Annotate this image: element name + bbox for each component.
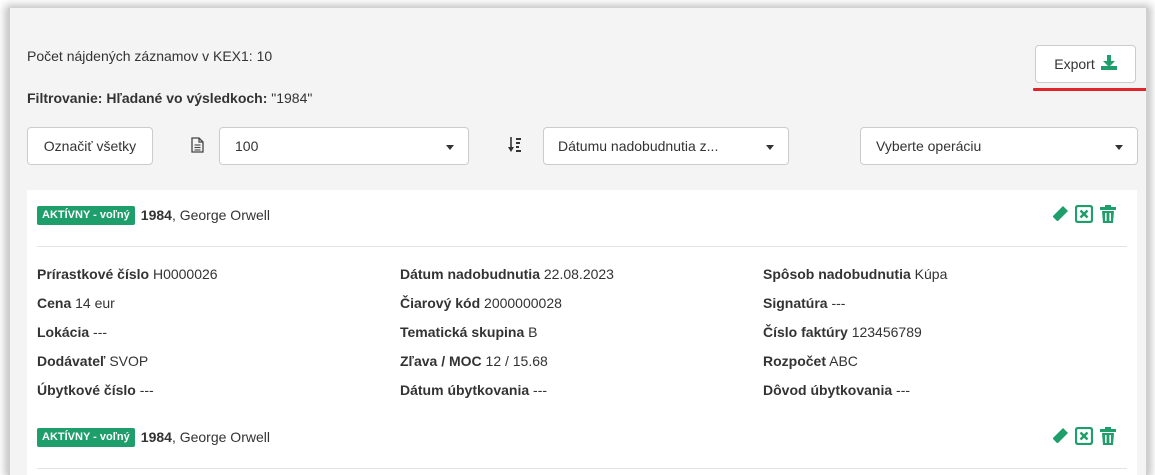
operation-placeholder: Vyberte operáciu — [876, 138, 982, 154]
field-label: Dátum úbytkovania — [400, 382, 530, 398]
download-icon — [1100, 55, 1117, 73]
field-value: H0000026 — [152, 266, 218, 282]
detail-field: Zľava / MOC 12 / 15.68 — [400, 353, 763, 382]
export-highlight-underline — [1033, 88, 1146, 91]
filter-value: "1984" — [271, 90, 313, 106]
field-label: Zľava / MOC — [400, 353, 482, 369]
detail-row: Dodávateľ SVOP Zľava / MOC 12 / 15.68 Ro… — [37, 353, 1127, 382]
field-value: 14 eur — [75, 295, 115, 311]
field-value: --- — [533, 382, 548, 398]
field-value: B — [528, 324, 538, 340]
detail-field: Úbytkové číslo --- — [37, 382, 400, 411]
field-label: Prírastkové číslo — [37, 266, 150, 282]
filter-summary: Filtrovanie: Hľadané vo výsledkoch: "198… — [27, 90, 312, 106]
field-value: 22.08.2023 — [543, 266, 614, 282]
divider — [37, 468, 1127, 469]
result-count: Počet nájdených záznamov v KEX1: 10 — [27, 48, 273, 64]
record-actions — [1051, 205, 1117, 223]
field-value: --- — [93, 324, 108, 340]
detail-field: Rozpočet ABC — [763, 353, 1126, 382]
record-title-name: 1984 — [140, 429, 172, 445]
field-label: Dôvod úbytkovania — [763, 382, 893, 398]
record-header: AKTÍVNY - voľný 1984, George Orwell — [37, 426, 270, 448]
detail-field: Dátum úbytkovania --- — [400, 382, 763, 411]
field-label: Tematická skupina — [400, 324, 525, 340]
document-icon — [191, 137, 204, 158]
detail-field: Čiarový kód 2000000028 — [400, 295, 763, 324]
detail-field: Signatúra --- — [763, 295, 1126, 324]
export-button[interactable]: Export — [1035, 45, 1136, 83]
field-value: ABC — [829, 353, 858, 369]
trash-icon[interactable] — [1099, 427, 1117, 445]
export-label: Export — [1054, 56, 1095, 72]
field-value: --- — [831, 295, 846, 311]
detail-row: Prírastkové číslo H0000026 Dátum nadobud… — [37, 266, 1127, 295]
filter-label: Filtrovanie: — [27, 90, 103, 106]
detail-field: Dôvod úbytkovania --- — [763, 382, 1126, 411]
detail-row: Cena 14 eur Čiarový kód 2000000028 Signa… — [37, 295, 1127, 324]
detail-row: Lokácia --- Tematická skupina B Číslo fa… — [37, 324, 1127, 353]
edit-icon[interactable] — [1051, 427, 1069, 445]
field-label: Rozpočet — [763, 353, 826, 369]
detail-field: Tematická skupina B — [400, 324, 763, 353]
field-value: Kúpa — [914, 266, 948, 282]
close-box-icon[interactable] — [1075, 427, 1093, 445]
field-label: Čiarový kód — [400, 295, 481, 311]
select-all-label: Označiť všetky — [43, 138, 137, 154]
select-all-button[interactable]: Označiť všetky — [27, 127, 153, 165]
field-value: 123456789 — [851, 324, 922, 340]
detail-row: Úbytkové číslo --- Dátum úbytkovania ---… — [37, 382, 1127, 411]
record-title[interactable]: 1984, George Orwell — [141, 429, 270, 445]
detail-field: Číslo faktúry 123456789 — [763, 324, 1126, 353]
field-label: Signatúra — [763, 295, 828, 311]
status-badge: AKTÍVNY - voľný — [37, 205, 135, 225]
field-label: Lokácia — [37, 324, 90, 340]
page-size-value: 100 — [235, 138, 259, 154]
detail-field: Dodávateľ SVOP — [37, 353, 400, 382]
detail-field: Prírastkové číslo H0000026 — [37, 266, 400, 295]
sort-value: Dátumu nadobudnutia z... — [558, 138, 719, 154]
edit-icon[interactable] — [1051, 205, 1069, 223]
detail-field: Spôsob nadobudnutia Kúpa — [763, 266, 1126, 295]
chevron-down-icon — [766, 145, 774, 150]
field-label: Spôsob nadobudnutia — [763, 266, 911, 282]
detail-field: Dátum nadobudnutia 22.08.2023 — [400, 266, 763, 295]
record-title-name: 1984 — [140, 207, 172, 223]
page-size-select[interactable]: 100 — [219, 127, 469, 165]
record-title[interactable]: 1984, George Orwell — [141, 207, 270, 223]
field-label: Dátum nadobudnutia — [400, 266, 540, 282]
field-label: Úbytkové číslo — [37, 382, 136, 398]
record-author: , George Orwell — [171, 429, 270, 445]
field-value: 2000000028 — [484, 295, 562, 311]
record-header: AKTÍVNY - voľný 1984, George Orwell — [37, 204, 270, 226]
status-badge: AKTÍVNY - voľný — [37, 427, 135, 447]
record-actions — [1051, 427, 1117, 445]
field-value: SVOP — [109, 353, 149, 369]
chevron-down-icon — [446, 145, 454, 150]
record-details: Prírastkové číslo H0000026 Dátum nadobud… — [37, 266, 1127, 411]
divider — [37, 246, 1127, 247]
field-value: --- — [896, 382, 911, 398]
detail-field: Cena 14 eur — [37, 295, 400, 324]
close-box-icon[interactable] — [1075, 205, 1093, 223]
field-value: 12 / 15.68 — [485, 353, 548, 369]
record-author: , George Orwell — [171, 207, 270, 223]
field-label: Dodávateľ — [37, 353, 106, 369]
operation-select[interactable]: Vyberte operáciu — [860, 127, 1138, 165]
chevron-down-icon — [1115, 145, 1123, 150]
detail-field: Lokácia --- — [37, 324, 400, 353]
field-label: Číslo faktúry — [763, 324, 848, 340]
record-list: AKTÍVNY - voľný 1984, George Orwell Prír… — [27, 190, 1137, 475]
results-panel: Počet nájdených záznamov v KEX1: 10 Filt… — [8, 8, 1148, 475]
field-label: Cena — [37, 295, 72, 311]
sort-select[interactable]: Dátumu nadobudnutia z... — [543, 127, 789, 165]
field-value: --- — [139, 382, 154, 398]
trash-icon[interactable] — [1099, 205, 1117, 223]
filter-key: Hľadané vo výsledkoch: — [106, 90, 268, 106]
sort-icon[interactable] — [508, 136, 522, 158]
